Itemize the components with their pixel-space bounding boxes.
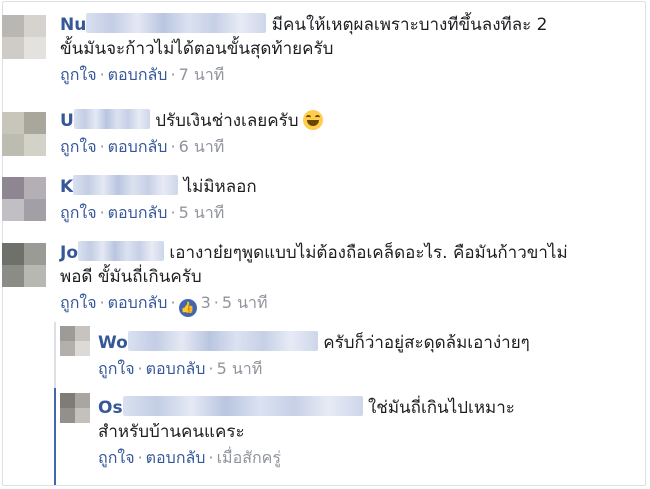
- reply-link[interactable]: ตอบกลับ: [108, 203, 168, 222]
- comment-actions: ถูกใจ · ตอบกลับ · 👍 3 · 5 นาที: [60, 292, 568, 317]
- avatar[interactable]: [2, 177, 46, 221]
- avatar[interactable]: [2, 15, 46, 59]
- reaction-count[interactable]: 👍 3: [178, 293, 211, 317]
- blurred-name: [122, 396, 363, 416]
- commenter-name[interactable]: Jo: [60, 241, 165, 263]
- avatar[interactable]: [60, 393, 90, 423]
- avatar[interactable]: [2, 243, 46, 287]
- comment-text: Os ใช่มันถี่เกินไปเหมาะ: [98, 396, 515, 418]
- reply-link[interactable]: ตอบกลับ: [146, 448, 206, 467]
- comment-actions: ถูกใจ · ตอบกลับ · 5 นาที: [98, 359, 263, 378]
- comment-text-continued: สำหรับบ้านคนแคระ: [98, 422, 245, 442]
- commenter-name[interactable]: U: [60, 109, 150, 131]
- comment-actions: ถูกใจ · ตอบกลับ · 7 นาที: [60, 65, 225, 84]
- blurred-name: [86, 13, 267, 33]
- comment-actions: ถูกใจ · ตอบกลับ · 6 นาที: [60, 137, 225, 156]
- like-link[interactable]: ถูกใจ: [60, 203, 97, 222]
- comment-actions: ถูกใจ · ตอบกลับ · 5 นาที: [60, 203, 225, 222]
- comment-actions: ถูกใจ · ตอบกลับ · เมื่อสักครู่: [98, 448, 281, 467]
- commenter-name[interactable]: Wo: [98, 331, 318, 353]
- timestamp[interactable]: 5 นาที: [217, 359, 263, 378]
- blurred-name: [127, 331, 318, 351]
- grinning-squinting-face-icon: [302, 110, 323, 130]
- reply-link[interactable]: ตอบกลับ: [146, 359, 206, 378]
- timestamp[interactable]: 7 นาที: [179, 65, 225, 84]
- timestamp[interactable]: 5 นาที: [179, 203, 225, 222]
- thumbs-up-icon: 👍: [178, 299, 197, 317]
- blurred-name: [73, 175, 179, 195]
- like-link[interactable]: ถูกใจ: [98, 359, 135, 378]
- comment-text-continued: ขั้นมันจะก้าวไม่ได้ตอนขั้นสุดท้ายครับ: [60, 39, 334, 59]
- avatar[interactable]: [2, 112, 46, 156]
- blurred-name: [73, 109, 150, 129]
- like-link[interactable]: ถูกใจ: [98, 448, 135, 467]
- reply-link[interactable]: ตอบกลับ: [108, 65, 168, 84]
- like-link[interactable]: ถูกใจ: [60, 293, 97, 312]
- timestamp[interactable]: 6 นาที: [179, 137, 225, 156]
- commenter-name[interactable]: K: [60, 175, 179, 197]
- timestamp[interactable]: เมื่อสักครู่: [217, 448, 281, 467]
- comment-text: Jo เอางาย๋ยๆพูดแบบไม่ต้องถือเคล็ดอะไร. ค…: [60, 241, 568, 263]
- comment-text: U ปรับเงินช่างเลยครับ: [60, 109, 323, 133]
- avatar[interactable]: [60, 326, 90, 356]
- commenter-name[interactable]: Os: [98, 396, 363, 418]
- comment-text: Nu มีคนให้เหตุผลเพราะบางทีขึ้นลงทีละ 2: [60, 13, 548, 35]
- comment-text: Wo ครับก็ว่าอยู่สะดุดล้มเอาง่ายๆ: [98, 331, 530, 353]
- comment-text: K ไม่มิหลอก: [60, 175, 257, 197]
- comment-text-continued: พอดี ขั้มันถี่เกินครับ: [60, 267, 202, 287]
- commenter-name[interactable]: Nu: [60, 13, 267, 35]
- like-link[interactable]: ถูกใจ: [60, 65, 97, 84]
- reply-link[interactable]: ตอบกลับ: [108, 293, 168, 312]
- timestamp[interactable]: 5 นาที: [222, 293, 268, 312]
- blurred-name: [78, 241, 165, 261]
- reply-link[interactable]: ตอบกลับ: [108, 137, 168, 156]
- reply-thread-highlight: [54, 388, 56, 485]
- like-link[interactable]: ถูกใจ: [60, 137, 97, 156]
